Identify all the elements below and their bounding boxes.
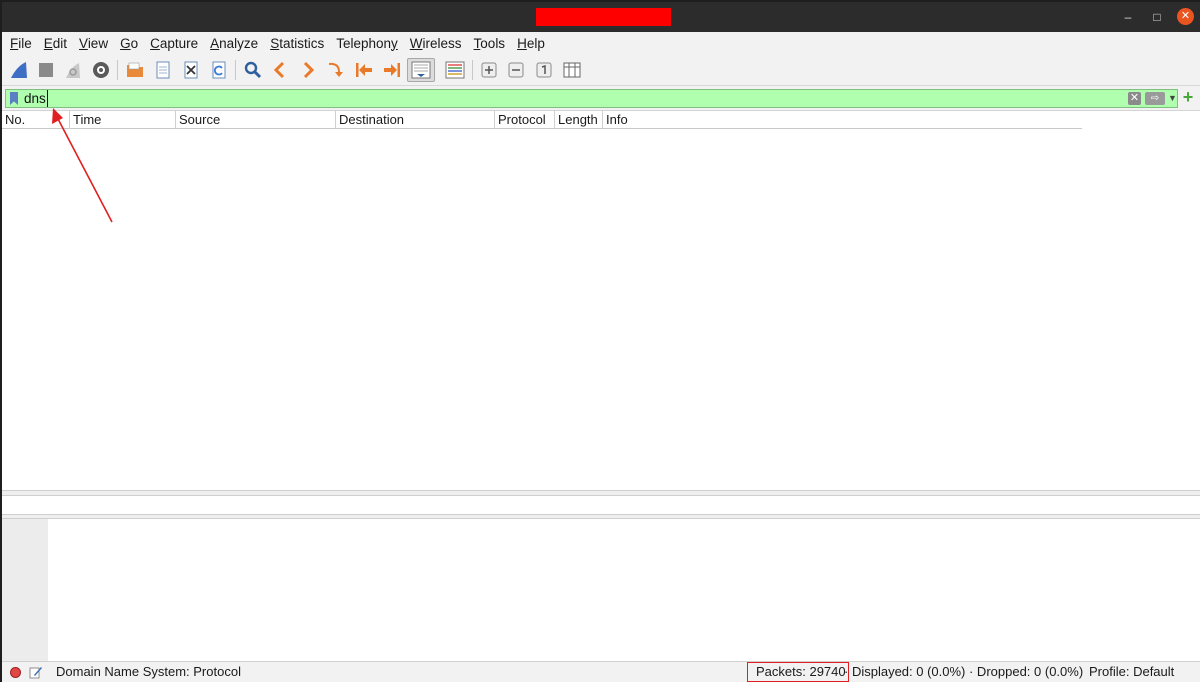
chevron-down-icon[interactable]: ▼ bbox=[1168, 91, 1177, 106]
maximize-button[interactable]: □ bbox=[1149, 9, 1165, 25]
shark-fin-icon[interactable] bbox=[7, 58, 31, 82]
normal-size-icon[interactable] bbox=[532, 58, 556, 82]
menu-view[interactable]: View bbox=[79, 36, 108, 51]
wireshark-window: – □ ✕ File Edit View Go Capture Analyze … bbox=[2, 2, 1200, 682]
column-info[interactable]: Info bbox=[603, 111, 1082, 129]
menu-statistics[interactable]: Statistics bbox=[270, 36, 324, 51]
find-icon[interactable] bbox=[241, 58, 265, 82]
menu-wireless[interactable]: Wireless bbox=[410, 36, 462, 51]
packet-list-header: No. Time Source Destination Protocol Len… bbox=[2, 111, 1082, 129]
toolbar-separator bbox=[472, 60, 473, 80]
status-bar: Domain Name System: Protocol Packets: 29… bbox=[2, 661, 1200, 682]
stop-icon[interactable] bbox=[34, 58, 58, 82]
close-file-icon[interactable] bbox=[179, 58, 203, 82]
expert-info-icon[interactable] bbox=[10, 667, 21, 678]
zoom-out-icon[interactable] bbox=[504, 58, 528, 82]
close-button[interactable]: ✕ bbox=[1177, 8, 1194, 25]
capture-comment-icon[interactable] bbox=[29, 665, 43, 679]
minimize-button[interactable]: – bbox=[1120, 9, 1136, 25]
reload-icon[interactable] bbox=[207, 58, 231, 82]
last-packet-icon[interactable] bbox=[380, 58, 404, 82]
display-filter-bar: dns ✕ ⇨ ▼ + bbox=[2, 86, 1200, 110]
bytes-offset-gutter bbox=[2, 519, 48, 661]
back-icon[interactable] bbox=[268, 58, 292, 82]
bookmark-icon[interactable] bbox=[10, 92, 18, 105]
clear-filter-icon[interactable]: ✕ bbox=[1128, 92, 1141, 105]
status-profile[interactable]: Profile: Default bbox=[1089, 662, 1174, 682]
resize-columns-icon[interactable] bbox=[560, 58, 584, 82]
column-length[interactable]: Length bbox=[555, 111, 603, 129]
restart-icon[interactable] bbox=[61, 58, 85, 82]
toolbar-separator bbox=[235, 60, 236, 80]
colorize-icon[interactable] bbox=[442, 58, 468, 82]
open-folder-icon[interactable] bbox=[123, 58, 147, 82]
column-time[interactable]: Time bbox=[70, 111, 176, 129]
menu-bar: File Edit View Go Capture Analyze Statis… bbox=[2, 32, 1200, 54]
add-filter-button-icon[interactable]: + bbox=[1181, 88, 1195, 106]
redacted-window-title bbox=[536, 8, 671, 26]
toolbar-separator bbox=[117, 60, 118, 80]
column-destination[interactable]: Destination bbox=[336, 111, 495, 129]
status-displayed: · Displayed: 0 (0.0%) · Dropped: 0 (0.0%… bbox=[844, 664, 1084, 679]
menu-go[interactable]: Go bbox=[120, 36, 138, 51]
status-field-info: Domain Name System: Protocol bbox=[56, 664, 241, 679]
annotation-highlight-box bbox=[747, 662, 849, 682]
column-protocol[interactable]: Protocol bbox=[495, 111, 555, 129]
menu-telephony[interactable]: Telephony bbox=[336, 36, 398, 51]
main-toolbar bbox=[2, 54, 1200, 86]
column-no[interactable]: No. bbox=[2, 111, 70, 129]
title-bar: – □ ✕ bbox=[2, 2, 1200, 32]
file-icon[interactable] bbox=[151, 58, 175, 82]
first-packet-icon[interactable] bbox=[352, 58, 376, 82]
packet-bytes-pane[interactable] bbox=[2, 519, 1200, 661]
menu-tools[interactable]: Tools bbox=[474, 36, 506, 51]
packet-details-pane[interactable] bbox=[2, 496, 1200, 514]
zoom-in-icon[interactable] bbox=[477, 58, 501, 82]
packet-list[interactable]: No. Time Source Destination Protocol Len… bbox=[2, 110, 1200, 490]
apply-filter-icon[interactable]: ⇨ bbox=[1145, 92, 1165, 105]
go-to-packet-icon[interactable] bbox=[324, 58, 348, 82]
menu-edit[interactable]: Edit bbox=[44, 36, 67, 51]
autoscroll-icon[interactable] bbox=[407, 58, 435, 82]
display-filter-input[interactable]: dns ✕ ⇨ ▼ bbox=[5, 89, 1178, 108]
display-filter-value[interactable]: dns bbox=[24, 90, 48, 107]
capture-options-icon[interactable] bbox=[89, 58, 113, 82]
forward-icon[interactable] bbox=[296, 58, 320, 82]
menu-analyze[interactable]: Analyze bbox=[210, 36, 258, 51]
menu-capture[interactable]: Capture bbox=[150, 36, 198, 51]
menu-help[interactable]: Help bbox=[517, 36, 545, 51]
menu-file[interactable]: File bbox=[10, 36, 32, 51]
column-source[interactable]: Source bbox=[176, 111, 336, 129]
